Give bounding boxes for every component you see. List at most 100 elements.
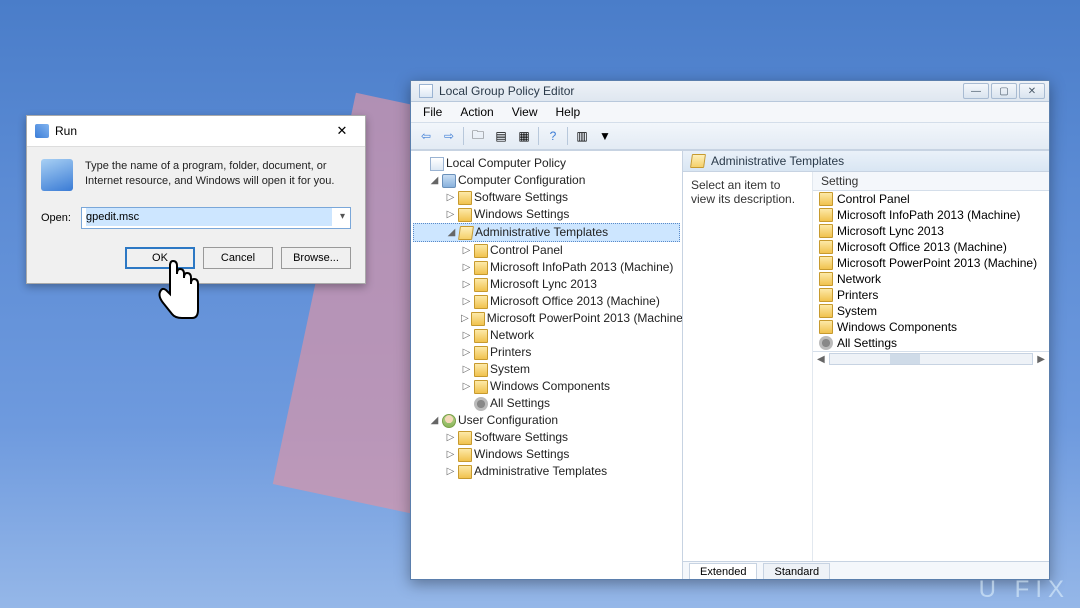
description-hint: Select an item to view its description. [691, 178, 795, 206]
tree-admin-templates[interactable]: ◢Administrative Templates [413, 223, 680, 242]
settings-list[interactable]: Setting Control Panel Microsoft InfoPath… [813, 172, 1049, 561]
back-icon[interactable]: ⇦ [415, 125, 437, 147]
folder-icon [474, 329, 488, 343]
policy-icon [430, 157, 444, 171]
list-item[interactable]: System [813, 303, 1049, 319]
menu-view[interactable]: View [504, 103, 546, 121]
list-item[interactable]: Microsoft Office 2013 (Machine) [813, 239, 1049, 255]
filter2-icon[interactable]: ▼ [594, 125, 616, 147]
list-item[interactable]: Microsoft PowerPoint 2013 (Machine) [813, 255, 1049, 271]
folder-icon [474, 244, 488, 258]
tree-item[interactable]: ▷Printers [413, 344, 680, 361]
tree-item[interactable]: ▷Network [413, 327, 680, 344]
list-item[interactable]: Control Panel [813, 191, 1049, 207]
folder-icon [474, 380, 488, 394]
tree-item[interactable]: ▷System [413, 361, 680, 378]
tree-root[interactable]: Local Computer Policy [413, 155, 680, 172]
watermark: U FIX [979, 576, 1070, 604]
tree-item[interactable]: ▷Windows Components [413, 378, 680, 395]
list-item[interactable]: Printers [813, 287, 1049, 303]
user-icon [442, 414, 456, 428]
tab-extended[interactable]: Extended [689, 563, 757, 579]
up-icon[interactable]: 🗀 [467, 125, 489, 147]
folder-icon [819, 288, 833, 302]
close-button[interactable]: ✕ [1019, 83, 1045, 99]
gp-toolbar: ⇦ ⇨ 🗀 ▤ ▦ ? ▥ ▼ [411, 123, 1049, 150]
run-titlebar: Run ✕ [27, 116, 365, 147]
gp-menubar: File Action View Help [411, 102, 1049, 123]
tree-item[interactable]: All Settings [413, 395, 680, 412]
list-item[interactable]: Microsoft Lync 2013 [813, 223, 1049, 239]
folder-icon [474, 261, 488, 275]
run-description: Type the name of a program, folder, docu… [85, 159, 351, 191]
column-header-setting[interactable]: Setting [813, 172, 1049, 191]
tree-item[interactable]: ▷Administrative Templates [413, 463, 680, 480]
folder-icon [819, 240, 833, 254]
folder-icon [474, 346, 488, 360]
folder-icon [819, 192, 833, 206]
folder-open-icon [690, 154, 706, 168]
filter1-icon[interactable]: ▥ [571, 125, 593, 147]
cancel-button[interactable]: Cancel [203, 247, 273, 269]
close-button[interactable]: ✕ [327, 120, 357, 142]
folder-icon [458, 208, 472, 222]
list-item[interactable]: All Settings [813, 335, 1049, 351]
tree-computer-config[interactable]: ◢Computer Configuration [413, 172, 680, 189]
tab-standard[interactable]: Standard [763, 563, 830, 579]
tree-item[interactable]: ▷Software Settings [413, 429, 680, 446]
computer-icon [442, 174, 456, 188]
help-icon[interactable]: ? [542, 125, 564, 147]
tree-item[interactable]: ▷Microsoft Lync 2013 [413, 276, 680, 293]
list-item[interactable]: Windows Components [813, 319, 1049, 335]
menu-help[interactable]: Help [548, 103, 589, 121]
folder-icon [471, 312, 485, 326]
run-input-combo[interactable]: ▾ [81, 207, 351, 229]
tree-item[interactable]: ▷Microsoft InfoPath 2013 (Machine) [413, 259, 680, 276]
tree-item[interactable]: ▷Microsoft PowerPoint 2013 (Machine) [413, 310, 680, 327]
tree-item[interactable]: ▷Control Panel [413, 242, 680, 259]
gear-icon [474, 397, 488, 411]
folder-icon [458, 431, 472, 445]
tree-user-config[interactable]: ◢User Configuration [413, 412, 680, 429]
forward-icon[interactable]: ⇨ [438, 125, 460, 147]
tree-item[interactable]: ▷Windows Settings [413, 446, 680, 463]
folder-open-icon [458, 226, 474, 240]
folder-icon [474, 295, 488, 309]
tree-item[interactable]: ▷Software Settings [413, 189, 680, 206]
folder-icon [819, 224, 833, 238]
tree-item[interactable]: ▷Microsoft Office 2013 (Machine) [413, 293, 680, 310]
gp-title: Local Group Policy Editor [439, 84, 574, 98]
list-item[interactable]: Network [813, 271, 1049, 287]
maximize-button[interactable]: ▢ [991, 83, 1017, 99]
list-icon[interactable]: ▤ [490, 125, 512, 147]
folder-icon [458, 191, 472, 205]
run-window-icon [35, 124, 49, 138]
menu-file[interactable]: File [415, 103, 450, 121]
gp-titlebar: Local Group Policy Editor — ▢ ✕ [411, 81, 1049, 102]
folder-icon [819, 272, 833, 286]
menu-action[interactable]: Action [452, 103, 501, 121]
gpedit-window: Local Group Policy Editor — ▢ ✕ File Act… [410, 80, 1050, 580]
folder-icon [819, 320, 833, 334]
browse-button[interactable]: Browse... [281, 247, 351, 269]
chevron-down-icon[interactable]: ▾ [340, 211, 345, 222]
minimize-button[interactable]: — [963, 83, 989, 99]
gp-tree[interactable]: Local Computer Policy ◢Computer Configur… [411, 151, 683, 579]
open-label: Open: [41, 212, 71, 224]
folder-icon [474, 363, 488, 377]
folder-icon [819, 208, 833, 222]
folder-icon [474, 278, 488, 292]
folder-icon [458, 465, 472, 479]
folder-icon [819, 256, 833, 270]
horizontal-scrollbar[interactable]: ◀▶ [813, 351, 1049, 366]
list-item[interactable]: Microsoft InfoPath 2013 (Machine) [813, 207, 1049, 223]
folder-icon [819, 304, 833, 318]
run-input[interactable] [86, 208, 332, 226]
ok-button[interactable]: OK [125, 247, 195, 269]
folder-icon [458, 448, 472, 462]
run-app-icon [41, 159, 73, 191]
right-header-text: Administrative Templates [711, 154, 844, 168]
tree-item[interactable]: ▷Windows Settings [413, 206, 680, 223]
properties-icon[interactable]: ▦ [513, 125, 535, 147]
run-title: Run [55, 124, 77, 138]
